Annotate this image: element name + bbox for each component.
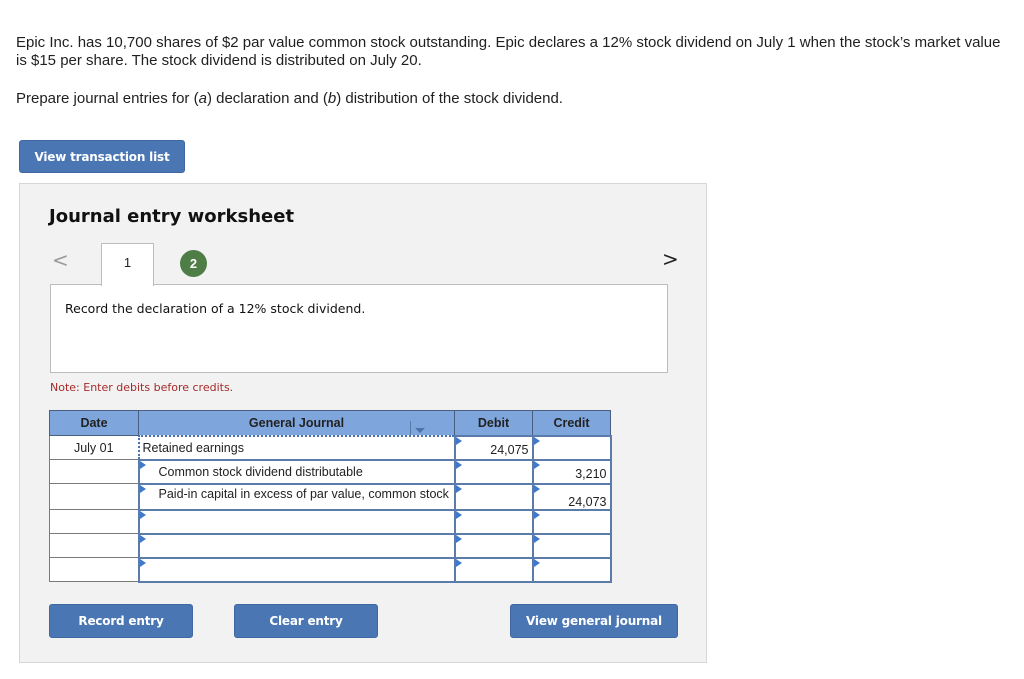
instruction-text: Record the declaration of a 12% stock di…: [65, 301, 366, 316]
account-input[interactable]: [137, 532, 456, 559]
table-row: [49, 556, 612, 583]
credit-value[interactable]: [534, 437, 610, 443]
record-entry-button[interactable]: Record entry: [49, 604, 193, 638]
date-cell[interactable]: [49, 483, 139, 510]
table-row: [49, 532, 612, 559]
table-row: [49, 508, 612, 535]
date-cell[interactable]: [49, 459, 139, 484]
credit-value[interactable]: [534, 535, 610, 541]
tab-entry-2[interactable]: 2: [180, 250, 207, 277]
account-value[interactable]: [140, 535, 454, 555]
journal-header-row: Date General Journal Debit Credit: [49, 410, 611, 437]
debit-input[interactable]: [453, 556, 534, 583]
table-row: July 01 Retained earnings 24,075: [49, 434, 612, 461]
credit-input[interactable]: 24,073: [531, 482, 612, 511]
instr-part-b: b: [327, 90, 337, 107]
problem-text: Epic Inc. has 10,700 shares of $2 par va…: [16, 34, 1001, 69]
credit-value[interactable]: [534, 511, 610, 517]
debit-value[interactable]: [456, 559, 532, 565]
instr-text-2: ) declaration and (: [206, 90, 328, 107]
instruction-box: Record the declaration of a 12% stock di…: [50, 284, 668, 373]
problem-statement: Epic Inc. has 10,700 shares of $2 par va…: [16, 34, 1006, 108]
account-value[interactable]: Common stock dividend distributable: [140, 461, 454, 482]
credit-input[interactable]: [531, 508, 612, 535]
instr-text-3: ) distribution of the stock dividend.: [336, 90, 563, 107]
instr-text-1: Prepare journal entries for (: [16, 90, 199, 107]
header-general-journal: General Journal: [138, 410, 455, 437]
account-input[interactable]: Paid-in capital in excess of par value, …: [137, 482, 456, 511]
date-cell[interactable]: [49, 533, 139, 558]
date-cell[interactable]: July 01: [49, 435, 139, 460]
account-input[interactable]: Common stock dividend distributable: [137, 458, 456, 485]
account-value[interactable]: [140, 559, 454, 579]
account-value[interactable]: Paid-in capital in excess of par value, …: [140, 485, 454, 505]
credit-value[interactable]: 3,210: [534, 461, 610, 481]
debit-input[interactable]: [453, 482, 534, 511]
journal-table: Date General Journal Debit Credit July 0…: [49, 410, 612, 583]
debit-value[interactable]: [456, 535, 532, 541]
account-value[interactable]: Retained earnings: [140, 437, 454, 458]
account-value[interactable]: [140, 511, 454, 531]
debit-value[interactable]: [456, 485, 532, 495]
credit-value[interactable]: [534, 559, 610, 565]
chevron-left-icon[interactable]: <: [52, 248, 69, 272]
tab-entry-1[interactable]: 1: [101, 243, 154, 286]
credit-value[interactable]: 24,073: [534, 485, 610, 509]
debit-input[interactable]: 24,075: [453, 434, 534, 461]
view-general-journal-button[interactable]: View general journal: [510, 604, 678, 638]
credit-input[interactable]: [531, 434, 612, 461]
journal-entry-worksheet: Journal entry worksheet < 1 2 > Record t…: [19, 183, 707, 663]
account-input[interactable]: [137, 508, 456, 535]
debit-input[interactable]: [453, 458, 534, 485]
debit-value[interactable]: [456, 511, 532, 517]
table-row: Paid-in capital in excess of par value, …: [49, 482, 612, 511]
credit-input[interactable]: [531, 532, 612, 559]
table-row: Common stock dividend distributable 3,21…: [49, 458, 612, 485]
view-transaction-list-button[interactable]: View transaction list: [19, 140, 185, 173]
header-credit: Credit: [532, 410, 611, 436]
note-text: Note: Enter debits before credits.: [50, 381, 234, 394]
debit-input[interactable]: [453, 532, 534, 559]
debit-value[interactable]: 24,075: [456, 437, 532, 457]
debit-value[interactable]: [456, 461, 532, 467]
debit-input[interactable]: [453, 508, 534, 535]
account-input[interactable]: Retained earnings: [137, 434, 456, 461]
header-debit: Debit: [454, 410, 533, 436]
header-date: Date: [49, 410, 139, 436]
header-general-journal-label: General Journal: [248, 415, 345, 430]
date-cell[interactable]: [49, 509, 139, 534]
credit-input[interactable]: 3,210: [531, 458, 612, 485]
account-input[interactable]: [137, 556, 456, 583]
clear-entry-button[interactable]: Clear entry: [234, 604, 378, 638]
problem-instructions: Prepare journal entries for (a) declarat…: [16, 90, 1006, 108]
credit-input[interactable]: [531, 556, 612, 583]
dropdown-arrow-icon[interactable]: [410, 419, 425, 437]
instr-part-a: a: [198, 90, 207, 107]
worksheet-title: Journal entry worksheet: [49, 206, 295, 227]
chevron-right-icon[interactable]: >: [662, 247, 679, 271]
date-cell[interactable]: [49, 557, 139, 582]
